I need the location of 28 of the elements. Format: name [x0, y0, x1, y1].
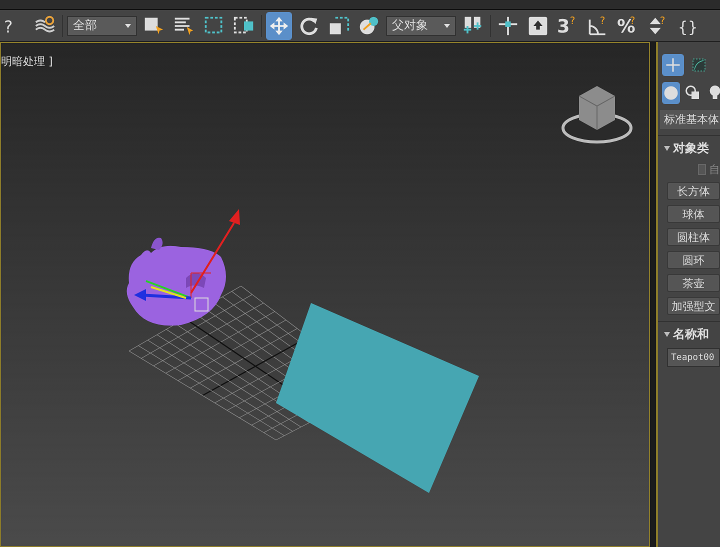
- help-icon[interactable]: ?: [2, 12, 28, 40]
- object-type-button[interactable]: 球体: [667, 205, 720, 223]
- object-type-button[interactable]: 圆柱体: [667, 228, 720, 246]
- move-icon[interactable]: [266, 12, 292, 40]
- viewcube-drawing[interactable]: [562, 86, 632, 144]
- checkbox-label: 自: [709, 162, 720, 177]
- rollout-title[interactable]: 对象类: [673, 140, 709, 157]
- viewport[interactable]: 明暗处理 ]: [0, 42, 650, 547]
- scene-drawing[interactable]: [126, 209, 479, 493]
- viewport-label[interactable]: 明暗处理 ]: [1, 54, 53, 69]
- object-type-button[interactable]: 长方体: [667, 182, 720, 200]
- percent-snap-icon[interactable]: %?: [615, 12, 641, 40]
- checkbox[interactable]: [698, 164, 706, 175]
- caret-icon: [444, 24, 450, 28]
- object-type-button[interactable]: 圆环: [667, 251, 720, 269]
- triangle-icon[interactable]: [664, 146, 670, 151]
- object-type-button[interactable]: 茶壶: [667, 274, 720, 292]
- dropdown[interactable]: 父对象: [386, 16, 456, 36]
- braces-icon[interactable]: {}: [675, 12, 701, 40]
- snap-3-icon[interactable]: 3?: [555, 12, 581, 40]
- triangle-icon[interactable]: [664, 332, 670, 337]
- plus-icon[interactable]: [662, 54, 684, 76]
- rollout-title[interactable]: 名称和: [673, 326, 709, 343]
- type-dropdown[interactable]: 标准基本体: [660, 110, 720, 129]
- name-field[interactable]: Teapot00: [667, 348, 720, 367]
- object-type-button[interactable]: 加强型文: [667, 297, 720, 315]
- caret-icon: [125, 24, 131, 28]
- dropdown[interactable]: 全部: [67, 16, 137, 36]
